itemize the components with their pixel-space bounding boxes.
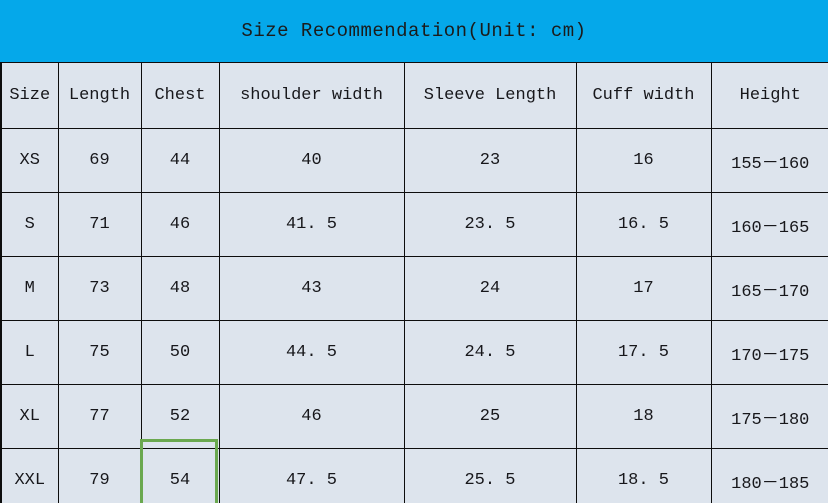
cell-height: 155－160 xyxy=(710,128,828,193)
cell-length: 77 xyxy=(57,384,142,449)
cell-length: 75 xyxy=(57,320,142,385)
cell-shoulder: 46 xyxy=(218,384,405,449)
page-title: Size Recommendation(Unit: cm) xyxy=(241,20,587,42)
cell-shoulder: 44. 5 xyxy=(218,320,405,385)
cell-sleeve: 24 xyxy=(403,256,577,321)
cell-length: 69 xyxy=(57,128,142,193)
cell-shoulder: 40 xyxy=(218,128,405,193)
column-header-length: Length xyxy=(57,62,142,129)
cell-cuff: 16 xyxy=(575,128,712,193)
column-header-chest: Chest xyxy=(140,62,220,129)
table-row: L 75 50 44. 5 24. 5 17. 5 170－175 xyxy=(0,320,828,385)
cell-shoulder: 47. 5 xyxy=(218,448,405,503)
cell-cuff: 18 xyxy=(575,384,712,449)
size-table: Size Length Chest shoulder width Sleeve … xyxy=(0,62,828,503)
table-row: XL 77 52 46 25 18 175－180 xyxy=(0,384,828,449)
cell-chest: 50 xyxy=(140,320,220,385)
cell-chest: 52 xyxy=(140,384,220,449)
column-header-shoulder: shoulder width xyxy=(218,62,405,129)
table-row: XXL 79 54 47. 5 25. 5 18. 5 180－185 xyxy=(0,448,828,503)
column-header-cuff: Cuff width xyxy=(575,62,712,129)
cell-sleeve: 25 xyxy=(403,384,577,449)
cell-size: S xyxy=(0,192,59,257)
cell-cuff: 18. 5 xyxy=(575,448,712,503)
cell-shoulder: 43 xyxy=(218,256,405,321)
cell-size: L xyxy=(0,320,59,385)
cell-size: XL xyxy=(0,384,59,449)
cell-sleeve: 24. 5 xyxy=(403,320,577,385)
table-row: XS 69 44 40 23 16 155－160 xyxy=(0,128,828,193)
cell-cuff: 17 xyxy=(575,256,712,321)
cell-sleeve: 23. 5 xyxy=(403,192,577,257)
cell-height: 175－180 xyxy=(710,384,828,449)
cell-size: M xyxy=(0,256,59,321)
column-header-sleeve: Sleeve Length xyxy=(403,62,577,129)
column-header-size: Size xyxy=(0,62,59,129)
cell-chest: 48 xyxy=(140,256,220,321)
cell-sleeve: 23 xyxy=(403,128,577,193)
cell-length: 71 xyxy=(57,192,142,257)
cell-sleeve: 25. 5 xyxy=(403,448,577,503)
cell-length: 79 xyxy=(57,448,142,503)
cell-chest: 46 xyxy=(140,192,220,257)
column-header-height: Height xyxy=(710,62,828,129)
cell-cuff: 16. 5 xyxy=(575,192,712,257)
cell-shoulder: 41. 5 xyxy=(218,192,405,257)
size-recommendation-chart: Size Recommendation(Unit: cm) Size Lengt… xyxy=(0,0,828,503)
chart-title-banner: Size Recommendation(Unit: cm) xyxy=(0,0,828,62)
cell-height: 180－185 xyxy=(710,448,828,503)
cell-size: XS xyxy=(0,128,59,193)
cell-chest-selected[interactable]: 54 xyxy=(140,448,220,503)
table-row: S 71 46 41. 5 23. 5 16. 5 160－165 xyxy=(0,192,828,257)
cell-size: XXL xyxy=(0,448,59,503)
cell-height: 160－165 xyxy=(710,192,828,257)
table-header-row: Size Length Chest shoulder width Sleeve … xyxy=(0,62,828,129)
cell-length: 73 xyxy=(57,256,142,321)
cell-cuff: 17. 5 xyxy=(575,320,712,385)
cell-height: 170－175 xyxy=(710,320,828,385)
cell-height: 165－170 xyxy=(710,256,828,321)
table-row: M 73 48 43 24 17 165－170 xyxy=(0,256,828,321)
cell-chest: 44 xyxy=(140,128,220,193)
